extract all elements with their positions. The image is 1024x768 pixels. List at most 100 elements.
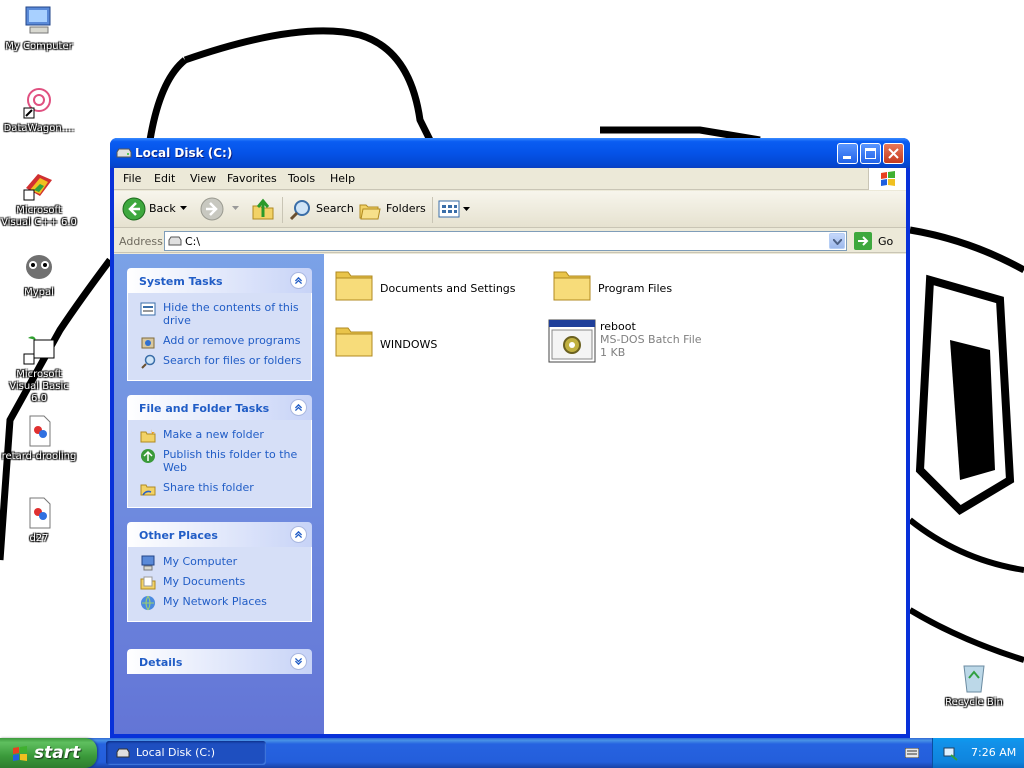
taskbar-item-local-disk[interactable]: Local Disk (C:): [106, 741, 266, 765]
folders-label: Folders: [386, 202, 426, 215]
search-label: Search: [316, 202, 354, 215]
keyboard-icon[interactable]: [905, 748, 919, 758]
explorer-window: Local Disk (C:) File Edit View Favorites…: [110, 138, 910, 738]
panel-system-tasks: System Tasks Hide the contents of this d…: [127, 268, 312, 381]
menu-view[interactable]: View: [190, 172, 216, 185]
chevron-down-icon: [232, 206, 239, 210]
chevron-up-icon[interactable]: [290, 272, 307, 289]
place-label: My Documents: [163, 575, 246, 588]
chevron-up-icon[interactable]: [290, 526, 307, 543]
file-size: 1 KB: [600, 346, 626, 359]
panel-body: Make a new folder Publish this folder to…: [127, 420, 312, 508]
maximize-button[interactable]: [860, 143, 881, 164]
clock[interactable]: 7:26 AM: [971, 746, 1016, 759]
minimize-button[interactable]: [837, 143, 858, 164]
task-label: Make a new folder: [163, 428, 264, 441]
network-tray-icon[interactable]: [943, 745, 959, 761]
task-add-remove-programs[interactable]: Add or remove programs: [128, 334, 311, 349]
up-folder-icon: [252, 198, 274, 220]
panel-title: Details: [139, 656, 183, 669]
panel-body: Hide the contents of this drive Add or r…: [127, 293, 312, 381]
place-my-network-places[interactable]: My Network Places: [128, 595, 311, 611]
desktop-icon-label: DataWagon....: [3, 123, 75, 134]
content-area: System Tasks Hide the contents of this d…: [114, 254, 906, 734]
panel-other-places: Other Places My Computer My Documents My…: [127, 522, 312, 622]
place-label: My Network Places: [163, 595, 267, 608]
window-title: Local Disk (C:): [135, 146, 233, 160]
new-folder-icon: [140, 429, 156, 443]
desktop-icon-mypal[interactable]: Mypal: [1, 250, 77, 299]
task-share-folder[interactable]: Share this folder: [128, 481, 311, 496]
search-button[interactable]: Search: [286, 196, 354, 224]
panel-header[interactable]: File and Folder Tasks: [127, 395, 312, 420]
recycle-bin-icon: [963, 665, 985, 693]
datawagon-icon: [23, 88, 51, 119]
task-label: Search for files or folders: [163, 354, 302, 367]
task-label: Add or remove programs: [163, 334, 301, 347]
up-folder-button[interactable]: [250, 196, 276, 224]
go-button[interactable]: Go: [854, 232, 902, 250]
visual-cpp-icon: [23, 174, 52, 201]
menu-file[interactable]: File: [123, 172, 141, 185]
desktop-icon-retard-drooling[interactable]: retard-drooling: [1, 414, 77, 463]
chevron-up-icon[interactable]: [290, 399, 307, 416]
address-bar: Address C:\ Go: [114, 229, 906, 253]
task-search-files[interactable]: Search for files or folders: [128, 354, 311, 369]
desktop-icon-recycle-bin[interactable]: Recycle Bin: [936, 660, 1012, 709]
chevron-down-icon[interactable]: [290, 653, 307, 670]
place-my-computer[interactable]: My Computer: [128, 555, 311, 571]
address-input[interactable]: C:\: [164, 231, 847, 251]
views-button[interactable]: [436, 196, 472, 224]
desktop-icon-my-computer[interactable]: My Computer: [1, 4, 77, 53]
folder-documents-and-settings[interactable]: Documents and Settings: [334, 264, 534, 312]
desktop-icon-visual-cpp[interactable]: Microsoft Visual C++ 6.0: [1, 168, 77, 229]
batch-file-icon: [548, 319, 596, 363]
start-button[interactable]: start: [0, 738, 97, 768]
task-publish-web[interactable]: Publish this folder to the Web: [128, 448, 311, 474]
desktop-icon-d27[interactable]: d27: [1, 496, 77, 545]
folders-button[interactable]: Folders: [356, 196, 426, 224]
task-hide-contents[interactable]: Hide the contents of this drive: [128, 301, 311, 327]
menu-edit[interactable]: Edit: [154, 172, 175, 185]
image-file-icon: [29, 415, 51, 447]
maximize-icon: [865, 148, 876, 159]
my-computer-icon: [25, 6, 51, 34]
close-icon: [888, 148, 899, 159]
window-client: File Edit View Favorites Tools Help Back…: [114, 168, 906, 734]
menu-favorites[interactable]: Favorites: [227, 172, 277, 185]
taskbar-item-label: Local Disk (C:): [136, 746, 216, 759]
window-titlebar[interactable]: Local Disk (C:): [110, 138, 910, 168]
folders-icon: [359, 204, 381, 220]
go-arrow-icon: [854, 232, 872, 250]
file-reboot[interactable]: reboot MS-DOS Batch File 1 KB: [548, 318, 768, 368]
file-name: Documents and Settings: [380, 282, 516, 295]
address-dropdown-button[interactable]: [829, 233, 845, 249]
windows-flag-icon: [868, 168, 906, 190]
desktop-icon-visual-basic[interactable]: Microsoft Visual Basic 6.0: [1, 332, 77, 405]
drive-icon: [116, 148, 132, 158]
place-my-documents[interactable]: My Documents: [128, 575, 311, 590]
desktop-icon-datawagon[interactable]: DataWagon....: [1, 86, 77, 135]
menu-help[interactable]: Help: [330, 172, 355, 185]
back-button[interactable]: Back: [120, 196, 190, 224]
panel-header[interactable]: System Tasks: [127, 268, 312, 293]
search-icon: [141, 354, 156, 369]
menu-tools[interactable]: Tools: [288, 172, 315, 185]
forward-button[interactable]: [200, 196, 242, 224]
forward-arrow-icon: [200, 197, 224, 221]
folder-program-files[interactable]: Program Files: [552, 264, 752, 312]
minimize-icon: [843, 156, 851, 159]
panel-details: Details: [127, 649, 312, 674]
add-remove-programs-icon: [141, 337, 155, 349]
task-new-folder[interactable]: Make a new folder: [128, 428, 311, 443]
chevron-down-icon: [463, 207, 470, 211]
taskbar: start Local Disk (C:) 7:26 AM: [0, 738, 1024, 768]
address-label: Address: [119, 235, 163, 248]
panel-header[interactable]: Other Places: [127, 522, 312, 547]
my-documents-icon: [140, 576, 156, 590]
close-button[interactable]: [883, 143, 904, 164]
folder-icon: [553, 271, 591, 301]
folder-windows[interactable]: WINDOWS: [334, 320, 534, 368]
panel-header[interactable]: Details: [127, 649, 312, 674]
desktop-icon-label: Mypal: [24, 287, 54, 298]
